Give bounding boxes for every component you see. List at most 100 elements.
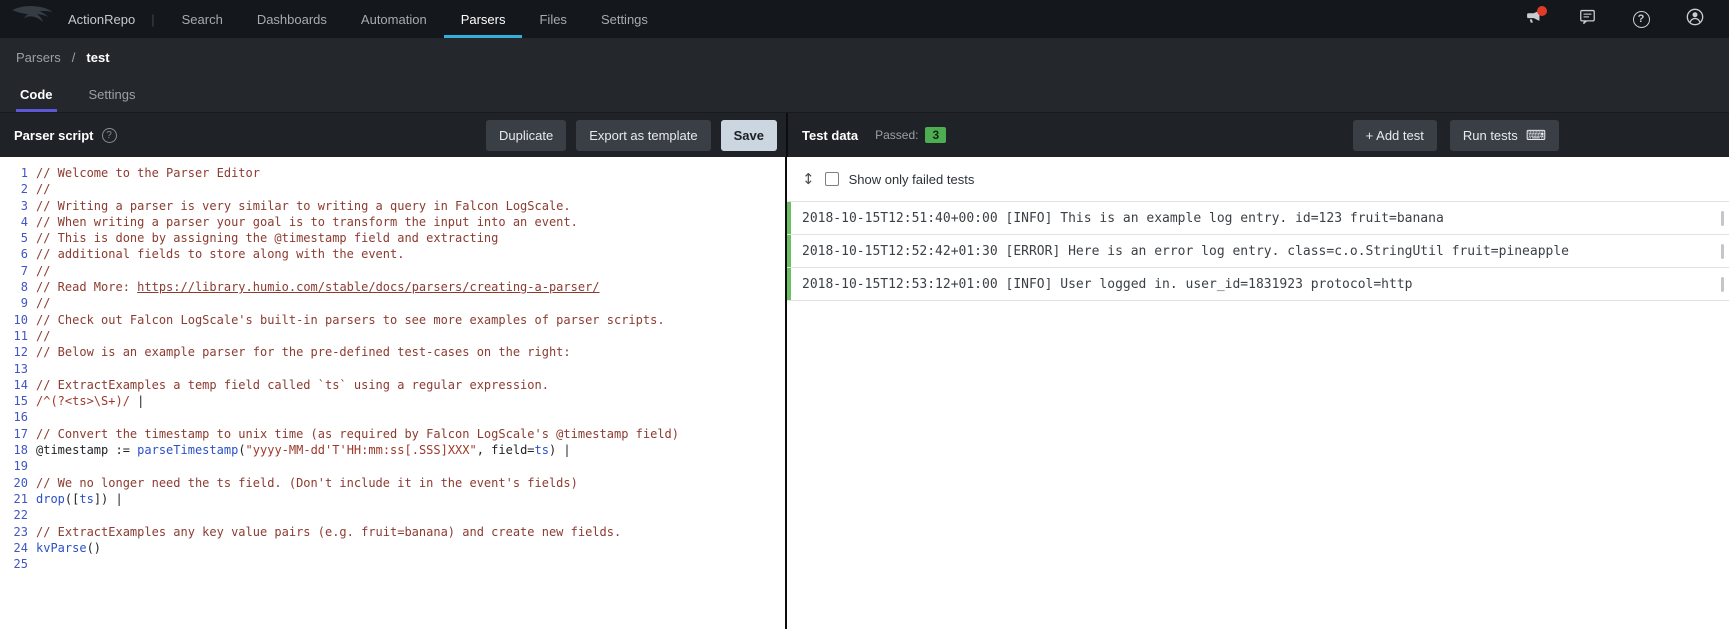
line-number: 25 — [0, 556, 28, 572]
code-line[interactable]: // Read More: https://library.humio.com/… — [36, 279, 679, 295]
code-token: ( — [238, 443, 245, 457]
code-line[interactable]: // Check out Falcon LogScale's built-in … — [36, 312, 679, 328]
code-line[interactable]: // — [36, 263, 679, 279]
show-failed-tests-checkbox[interactable] — [825, 172, 839, 186]
add-test-button[interactable]: + Add test — [1353, 120, 1437, 151]
code-line[interactable] — [36, 458, 679, 474]
line-number: 13 — [0, 361, 28, 377]
code-token: // — [36, 182, 50, 196]
row-scrollbar-thumb[interactable] — [1721, 211, 1724, 226]
test-data-title: Test data — [802, 128, 858, 143]
code-token: ([ — [65, 492, 79, 506]
code-line[interactable]: // — [36, 295, 679, 311]
test-toolbar-buttons: + Add test Run tests⌨ — [1353, 120, 1729, 151]
code-token: // Writing a parser is very similar to w… — [36, 199, 571, 213]
help-button[interactable]: ? — [1631, 9, 1651, 29]
nav-item-automation[interactable]: Automation — [344, 0, 444, 38]
test-case-row[interactable]: 2018-10-15T12:51:40+00:00 [INFO] This is… — [787, 202, 1729, 235]
code-line[interactable]: // Writing a parser is very similar to w… — [36, 198, 679, 214]
code-token: // Convert the timestamp to unix time (a… — [36, 427, 679, 441]
line-number: 7 — [0, 263, 28, 279]
nav-item-settings[interactable]: Settings — [584, 0, 665, 38]
line-number: 2 — [0, 181, 28, 197]
code-line[interactable]: // We no longer need the ts field. (Don'… — [36, 475, 679, 491]
repo-name[interactable]: ActionRepo — [62, 0, 151, 38]
code-line[interactable] — [36, 507, 679, 523]
line-number: 18 — [0, 442, 28, 458]
code-line[interactable]: // This is done by assigning the @timest… — [36, 230, 679, 246]
nav-item-files[interactable]: Files — [522, 0, 583, 38]
code-line[interactable]: // ExtractExamples a temp field called `… — [36, 377, 679, 393]
breadcrumb-parsers-link[interactable]: Parsers — [16, 50, 61, 65]
code-token: parseTimestamp — [137, 443, 238, 457]
code-line[interactable]: // When writing a parser your goal is to… — [36, 214, 679, 230]
code-line[interactable]: // — [36, 181, 679, 197]
code-line[interactable]: /^(?<ts>\S+)/ | — [36, 393, 679, 409]
line-number: 14 — [0, 377, 28, 393]
code-token: // Check out Falcon LogScale's built-in … — [36, 313, 665, 327]
test-case-row[interactable]: 2018-10-15T12:53:12+01:00 [INFO] User lo… — [787, 268, 1729, 301]
top-icons: ? — [1523, 0, 1729, 38]
crowdstrike-logo[interactable] — [0, 0, 62, 38]
code-line[interactable] — [36, 361, 679, 377]
code-token: @timestamp := — [36, 443, 137, 457]
code-token: /^(?<ts>\S+)/ — [36, 394, 130, 408]
main-content: 1234567891011121314151617181920212223242… — [0, 157, 1729, 629]
code-line[interactable]: kvParse() — [36, 540, 679, 556]
test-case-rows: 2018-10-15T12:51:40+00:00 [INFO] This is… — [787, 201, 1729, 301]
code-line[interactable]: drop([ts]) | — [36, 491, 679, 507]
breadcrumb-current: test — [86, 50, 109, 65]
show-failed-tests-label[interactable]: Show only failed tests — [849, 172, 975, 187]
parser-script-toolbar: Parser script ? Duplicate Export as temp… — [0, 113, 786, 157]
code-line[interactable]: // Welcome to the Parser Editor — [36, 165, 679, 181]
code-token: // When writing a parser your goal is to… — [36, 215, 578, 229]
code-token: , field= — [477, 443, 535, 457]
line-number: 9 — [0, 295, 28, 311]
code-token: // additional fields to store along with… — [36, 247, 404, 261]
breadcrumb-separator: / — [72, 50, 76, 65]
duplicate-button[interactable]: Duplicate — [486, 120, 566, 151]
line-number: 21 — [0, 491, 28, 507]
tab-settings[interactable]: Settings — [85, 76, 140, 112]
code-line[interactable]: @timestamp := parseTimestamp("yyyy-MM-dd… — [36, 442, 679, 458]
nav-item-parsers[interactable]: Parsers — [444, 0, 523, 38]
test-case-text: 2018-10-15T12:52:42+01:30 [ERROR] Here i… — [791, 244, 1569, 259]
run-tests-button[interactable]: Run tests⌨ — [1450, 120, 1559, 151]
export-as-template-button[interactable]: Export as template — [576, 120, 710, 151]
save-button[interactable]: Save — [721, 120, 777, 151]
code-token: // ExtractExamples a temp field called `… — [36, 378, 549, 392]
row-scrollbar-thumb[interactable] — [1721, 277, 1724, 292]
code-token: ) | — [549, 443, 571, 457]
account-icon — [1685, 7, 1705, 32]
nav-item-dashboards[interactable]: Dashboards — [240, 0, 344, 38]
notifications-button[interactable] — [1523, 9, 1543, 29]
line-number: 22 — [0, 507, 28, 523]
test-case-row[interactable]: 2018-10-15T12:52:42+01:30 [ERROR] Here i… — [787, 235, 1729, 268]
code-line[interactable] — [36, 556, 679, 572]
code-line[interactable] — [36, 409, 679, 425]
row-scrollbar-thumb[interactable] — [1721, 244, 1724, 259]
line-number: 5 — [0, 230, 28, 246]
parser-help-icon[interactable]: ? — [102, 128, 117, 143]
code-line[interactable]: // Convert the timestamp to unix time (a… — [36, 426, 679, 442]
expand-collapse-icon[interactable]: ↕ — [802, 170, 815, 188]
doc-link[interactable]: https://library.humio.com/stable/docs/pa… — [137, 280, 599, 294]
line-number: 10 — [0, 312, 28, 328]
code-area[interactable]: // Welcome to the Parser Editor//// Writ… — [28, 165, 679, 629]
code-line[interactable]: // — [36, 328, 679, 344]
account-button[interactable] — [1685, 9, 1705, 29]
nav-items: SearchDashboardsAutomationParsersFilesSe… — [165, 0, 665, 38]
tab-code[interactable]: Code — [16, 76, 57, 112]
code-token: () — [87, 541, 101, 555]
parser-code-editor[interactable]: 1234567891011121314151617181920212223242… — [0, 157, 785, 629]
line-number: 4 — [0, 214, 28, 230]
code-line[interactable]: // Below is an example parser for the pr… — [36, 344, 679, 360]
line-number: 11 — [0, 328, 28, 344]
feedback-button[interactable] — [1577, 9, 1597, 29]
code-line[interactable]: // ExtractExamples any key value pairs (… — [36, 524, 679, 540]
nav-item-search[interactable]: Search — [165, 0, 240, 38]
nav-separator: | — [151, 0, 164, 38]
code-token: // Read More: — [36, 280, 137, 294]
code-token: drop — [36, 492, 65, 506]
code-line[interactable]: // additional fields to store along with… — [36, 246, 679, 262]
